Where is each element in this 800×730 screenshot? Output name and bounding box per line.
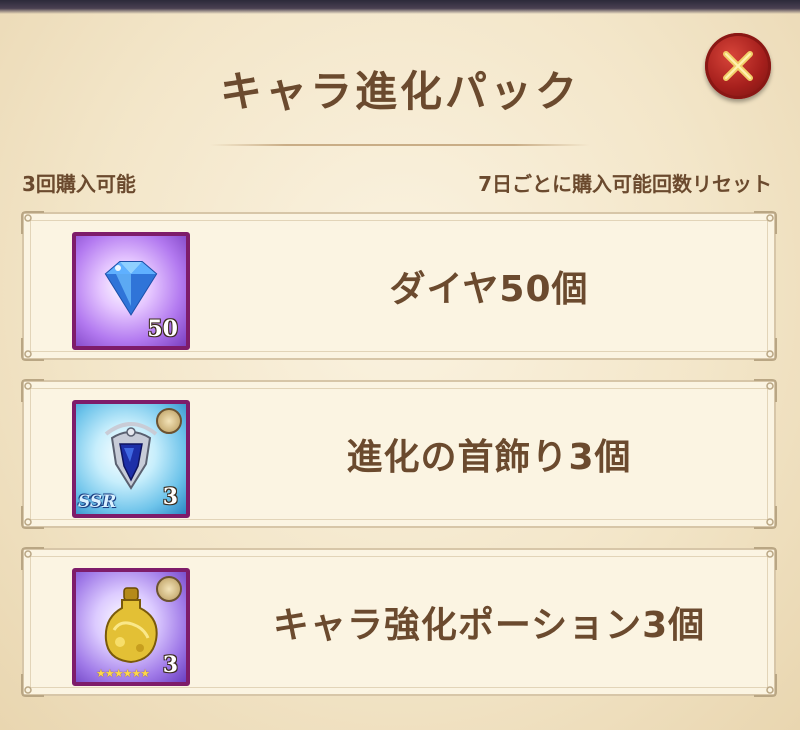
item-name: 進化の首飾り3個 <box>346 437 632 478</box>
evolution-pack-dialog: キャラ進化パック 3回購入可能 7日ごとに購入可能回数リセット 50 ダイヤ50… <box>0 0 800 730</box>
rarity-stars: ★★★★★★ <box>96 667 150 680</box>
close-button[interactable] <box>705 33 771 99</box>
corner-ornament-icon <box>21 547 44 570</box>
item-icon-frame: 50 <box>72 232 190 350</box>
scroll-badge-icon <box>156 576 182 602</box>
item-name: ダイヤ50個 <box>389 269 589 310</box>
pack-item-potion[interactable]: ★★★★★★ 3 キャラ強化ポーション3個 <box>21 547 777 697</box>
item-quantity: 50 <box>147 316 178 342</box>
item-icon-frame: ★★★★★★ 3 <box>72 568 190 686</box>
item-name: キャラ強化ポーション3個 <box>272 605 706 646</box>
corner-ornament-icon <box>21 211 44 234</box>
dialog-title: キャラ進化パック <box>219 67 580 116</box>
pack-item-necklace[interactable]: SSR 3 進化の首飾り3個 <box>21 379 777 529</box>
item-quantity: 3 <box>162 484 178 510</box>
purchase-limit-text: 3回購入可能 <box>22 172 136 196</box>
item-quantity: 3 <box>162 652 178 678</box>
item-icon-frame: SSR 3 <box>72 400 190 518</box>
corner-ornament-icon <box>21 379 44 402</box>
close-x-icon <box>723 51 753 81</box>
reset-info-text: 7日ごとに購入可能回数リセット <box>478 172 772 196</box>
corner-ornament-icon <box>21 338 44 361</box>
corner-ornament-icon <box>21 674 44 697</box>
corner-ornament-icon <box>21 506 44 529</box>
pack-item-diamonds[interactable]: 50 ダイヤ50個 <box>21 211 777 361</box>
crest-badge-icon <box>156 408 182 434</box>
ssr-emblem-icon: SSR <box>78 492 117 512</box>
title-divider <box>210 144 590 146</box>
